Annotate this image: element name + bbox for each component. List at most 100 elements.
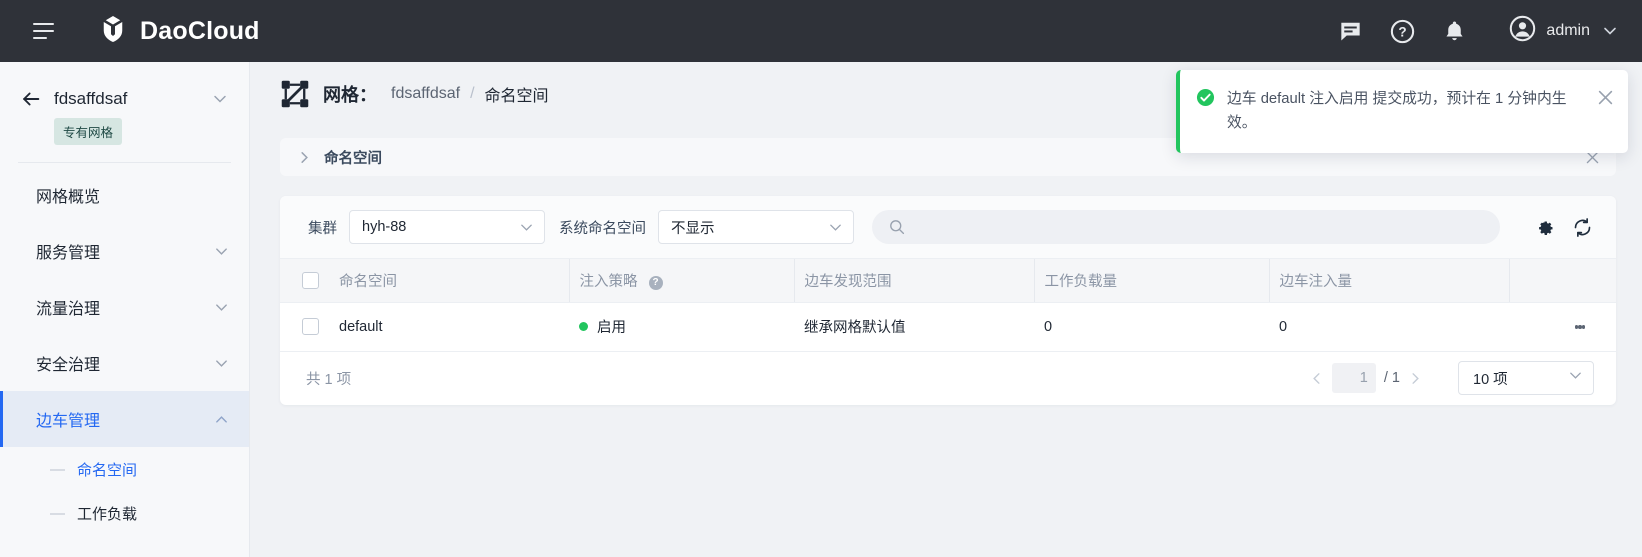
gear-icon[interactable]: [1532, 215, 1556, 239]
success-toast: 边车 default 注入启用 提交成功，预计在 1 分钟内生效。: [1176, 70, 1628, 153]
column-header-actions: [1509, 259, 1616, 303]
page-total-label: / 1: [1384, 370, 1400, 386]
pagination: 1 / 1 10 项: [1302, 361, 1594, 395]
sidebar-item-label: 服务管理: [36, 239, 213, 263]
injection-policy-value: 启用: [597, 320, 626, 336]
cluster-select[interactable]: hyh-88: [349, 210, 545, 244]
namespace-table-card: 集群 hyh-88 系统命名空间 不显示: [280, 196, 1616, 405]
cell-discovery-scope: 继承网格默认值: [794, 303, 1034, 351]
namespace-table: 命名空间 注入策略 ? 边车发现范围 工作负载量 边: [280, 258, 1616, 351]
sidebar-item-label: 流量治理: [36, 295, 213, 319]
chevron-down-icon: [518, 219, 534, 235]
cell-sidecar-count: 0: [1269, 303, 1509, 351]
brand-name: DaoCloud: [140, 17, 260, 46]
table-body: default 启用 继承网格默认值 0 0: [280, 303, 1616, 351]
column-label: 工作负载量: [1045, 274, 1118, 290]
cell-workload-count: 0: [1034, 303, 1269, 351]
row-select-cell: [280, 303, 329, 351]
header-actions: ? admin: [1337, 15, 1620, 47]
sidebar-item-label: 边车管理: [36, 407, 213, 431]
page-size-select[interactable]: 10 项: [1458, 361, 1594, 395]
search-icon: [888, 219, 905, 236]
status-dot-icon: [579, 322, 588, 331]
sidebar-item-traffic-governance[interactable]: 流量治理: [0, 279, 249, 335]
sidebar: fdsaffdsaf 专有网格 网格概览 服务管理 流量治理: [0, 62, 250, 557]
sidebar-subitem-workload[interactable]: — 工作负载: [0, 491, 249, 535]
system-namespace-filter-label: 系统命名空间: [559, 217, 646, 238]
mesh-badge-row: 专有网格: [20, 118, 229, 145]
system-namespace-select-value: 不显示: [671, 217, 827, 238]
bell-icon[interactable]: [1441, 18, 1467, 44]
table-footer: 共 1 项 1 / 1 10 项: [280, 351, 1616, 405]
sidebar-subitem-label: 工作负载: [77, 503, 137, 524]
row-checkbox[interactable]: [302, 318, 319, 335]
hamburger-menu-icon[interactable]: [26, 14, 60, 48]
chevron-down-icon: [827, 219, 843, 235]
table-toolbar: 集群 hyh-88 系统命名空间 不显示: [280, 196, 1616, 258]
row-actions-wrap: [1519, 317, 1590, 337]
chat-icon[interactable]: [1337, 18, 1363, 44]
cluster-select-value: hyh-88: [362, 219, 518, 235]
sidebar-item-sidecar-management[interactable]: 边车管理: [0, 391, 249, 447]
select-all-checkbox[interactable]: [302, 272, 319, 289]
close-icon[interactable]: [1597, 89, 1614, 106]
sidebar-item-service-management[interactable]: 服务管理: [0, 223, 249, 279]
column-header-workload-count[interactable]: 工作负载量: [1034, 259, 1269, 303]
search-input[interactable]: [915, 219, 1484, 235]
mesh-selector[interactable]: fdsaffdsaf: [20, 88, 229, 110]
column-label: 边车发现范围: [805, 274, 892, 290]
select-all-header: [280, 259, 329, 303]
check-circle-icon: [1196, 88, 1215, 107]
total-count-text: 共 1 项: [306, 368, 1302, 389]
sidebar-item-label: 网格概览: [36, 183, 229, 207]
svg-text:?: ?: [1398, 24, 1406, 39]
mesh-topology-icon: [280, 79, 310, 109]
column-label: 命名空间: [339, 274, 397, 290]
breadcrumb-mesh[interactable]: fdsaffdsaf: [391, 85, 460, 103]
chevron-up-icon: [213, 411, 229, 427]
column-header-discovery-scope[interactable]: 边车发现范围: [794, 259, 1034, 303]
cell-injection-policy: 启用: [569, 303, 794, 351]
sidebar-subitem-namespace[interactable]: — 命名空间: [0, 447, 249, 491]
column-label: 边车注入量: [1280, 274, 1353, 290]
column-label: 注入策略: [580, 274, 638, 290]
mesh-name: fdsaffdsaf: [54, 89, 211, 109]
sidebar-subitem-label: 命名空间: [77, 459, 137, 480]
column-header-injection-policy[interactable]: 注入策略 ?: [569, 259, 794, 303]
search-box[interactable]: [872, 210, 1500, 244]
more-options-icon[interactable]: [1570, 317, 1590, 337]
help-circle-icon[interactable]: ?: [1389, 18, 1415, 44]
sidebar-item-mesh-overview[interactable]: 网格概览: [0, 167, 249, 223]
back-arrow-icon[interactable]: [20, 88, 42, 110]
chevron-down-icon[interactable]: [1600, 21, 1620, 41]
brand-logo[interactable]: DaoCloud: [98, 14, 260, 49]
refresh-icon[interactable]: [1570, 215, 1594, 239]
page-number-input[interactable]: 1: [1332, 363, 1376, 393]
mesh-type-badge: 专有网格: [54, 118, 122, 145]
toast-message: 边车 default 注入启用 提交成功，预计在 1 分钟内生效。: [1227, 87, 1587, 136]
cell-actions: [1509, 303, 1616, 351]
sidebar-mesh-header: fdsaffdsaf 专有网格: [0, 62, 249, 145]
breadcrumb-separator: /: [470, 85, 474, 103]
sidebar-nav: 网格概览 服务管理 流量治理 安全治理 边: [0, 167, 249, 535]
chevron-down-icon[interactable]: [211, 90, 229, 108]
chevron-down-icon: [213, 355, 229, 371]
breadcrumb-current: 命名空间: [485, 82, 549, 106]
user-name: admin: [1546, 22, 1590, 40]
cluster-filter-label: 集群: [308, 217, 337, 238]
avatar-icon: [1509, 15, 1536, 47]
chevron-down-icon: [1568, 368, 1583, 388]
dash-icon: —: [50, 505, 65, 522]
cell-namespace: default: [329, 303, 569, 351]
column-header-sidecar-count[interactable]: 边车注入量: [1269, 259, 1509, 303]
app-body: fdsaffdsaf 专有网格 网格概览 服务管理 流量治理: [0, 62, 1642, 557]
help-circle-icon[interactable]: ?: [649, 276, 663, 290]
user-menu[interactable]: admin: [1509, 15, 1620, 47]
column-header-namespace[interactable]: 命名空间: [329, 259, 569, 303]
sidebar-item-security-governance[interactable]: 安全治理: [0, 335, 249, 391]
prev-page-button[interactable]: [1302, 363, 1332, 393]
chevron-right-icon[interactable]: [296, 149, 312, 165]
system-namespace-select[interactable]: 不显示: [658, 210, 854, 244]
table-row[interactable]: default 启用 继承网格默认值 0 0: [280, 303, 1616, 351]
next-page-button[interactable]: [1400, 363, 1430, 393]
